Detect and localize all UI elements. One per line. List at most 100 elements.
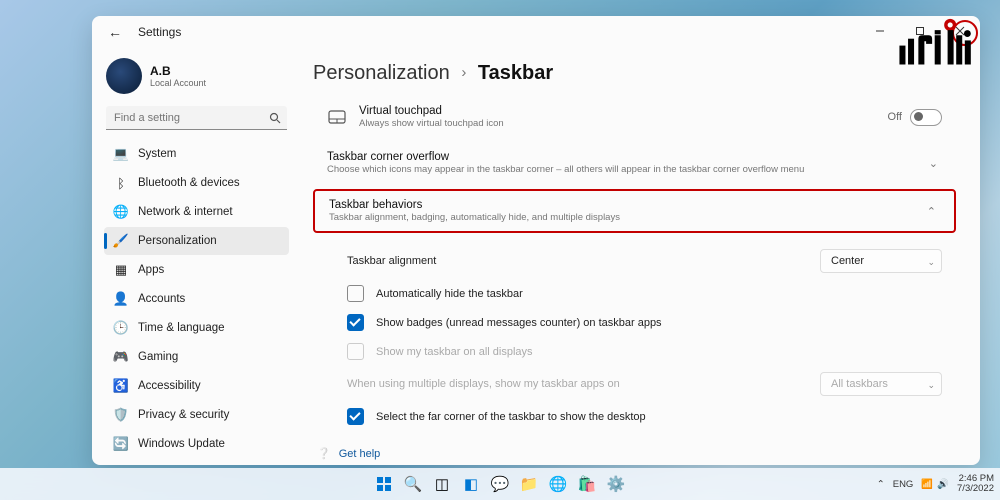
nav-label: Time & language xyxy=(138,322,225,334)
chevron-down-icon: ⌄ xyxy=(927,257,935,268)
language-indicator[interactable]: ENG xyxy=(893,479,914,490)
nav-list: 💻 System ᛒ Bluetooth & devices 🌐 Network & in… xyxy=(102,140,297,458)
nav-label: Personalization xyxy=(138,235,217,247)
sidebar-item-privacy-security[interactable]: 🛡️ Privacy & security xyxy=(104,401,289,429)
account-name: A.B xyxy=(150,64,206,78)
get-help-link[interactable]: ❔Get help xyxy=(317,443,956,464)
nav-icon: 🖌️ xyxy=(114,234,128,248)
tray-chevron-icon[interactable]: ⌃ xyxy=(877,479,885,490)
nav-label: Gaming xyxy=(138,351,178,363)
chevron-up-icon: ⌃ xyxy=(923,205,940,218)
farcorner-label: Select the far corner of the taskbar to … xyxy=(376,411,942,423)
virtual-touchpad-row: Virtual touchpad Always show virtual tou… xyxy=(313,95,956,139)
start-button[interactable] xyxy=(372,472,396,496)
nav-icon: 👤 xyxy=(114,292,128,306)
app-title: Settings xyxy=(138,25,181,39)
touchpad-icon xyxy=(327,107,347,127)
settings-taskbar-icon[interactable]: ⚙️ xyxy=(604,472,628,496)
chevron-right-icon: › xyxy=(461,64,466,81)
sidebar-item-personalization[interactable]: 🖌️ Personalization xyxy=(104,227,289,255)
sidebar-item-bluetooth-devices[interactable]: ᛒ Bluetooth & devices xyxy=(104,169,289,197)
file-explorer-icon[interactable]: 📁 xyxy=(517,472,541,496)
titlebar: ← Settings xyxy=(92,16,980,48)
clock[interactable]: 2:46 PM 7/3/2022 xyxy=(957,474,994,495)
nav-label: Accessibility xyxy=(138,380,201,392)
multidisplay-where-label: When using multiple displays, show my ta… xyxy=(347,378,820,390)
sidebar-item-gaming[interactable]: 🎮 Gaming xyxy=(104,343,289,371)
help-icon: ❔ xyxy=(317,447,331,460)
sidebar-item-network-internet[interactable]: 🌐 Network & internet xyxy=(104,198,289,226)
nav-icon: 🎮 xyxy=(114,350,128,364)
nav-label: Windows Update xyxy=(138,438,225,450)
farcorner-checkbox[interactable] xyxy=(347,408,364,425)
alignment-label: Taskbar alignment xyxy=(347,255,820,267)
card-subtitle: Taskbar alignment, badging, automaticall… xyxy=(329,212,923,223)
search-taskbar-icon[interactable]: 🔍 xyxy=(401,472,425,496)
minimize-button[interactable] xyxy=(860,16,900,46)
search-container xyxy=(106,106,287,130)
nav-label: System xyxy=(138,148,176,160)
nav-label: Bluetooth & devices xyxy=(138,177,240,189)
search-icon xyxy=(269,111,281,129)
main-content: Personalization › Taskbar Virtual touchp… xyxy=(297,48,980,465)
nav-icon: 🛡️ xyxy=(114,408,128,422)
nav-icon: ᛒ xyxy=(114,176,128,190)
card-title: Taskbar behaviors xyxy=(329,199,923,211)
taskbar-behaviors-header[interactable]: Taskbar behaviors Taskbar alignment, bad… xyxy=(313,189,956,233)
settings-window: ← Settings A.B Local Account 💻 System ᛒ Blu… xyxy=(92,16,980,465)
multidisplay-where-dropdown: All taskbars⌄ xyxy=(820,372,942,396)
breadcrumb-current: Taskbar xyxy=(478,62,553,84)
chevron-down-icon: ⌄ xyxy=(925,157,942,170)
avatar xyxy=(106,58,142,94)
nav-icon: ♿ xyxy=(114,379,128,393)
badges-checkbox[interactable] xyxy=(347,314,364,331)
account-block[interactable]: A.B Local Account xyxy=(102,52,297,104)
sidebar-item-windows-update[interactable]: 🔄 Windows Update xyxy=(104,430,289,458)
sidebar-item-accounts[interactable]: 👤 Accounts xyxy=(104,285,289,313)
sidebar: A.B Local Account 💻 System ᛒ Bluetooth & de… xyxy=(92,48,297,465)
autohide-label: Automatically hide the taskbar xyxy=(376,288,942,300)
give-feedback-link[interactable]: 📝Give feedback xyxy=(317,464,956,465)
sidebar-item-system[interactable]: 💻 System xyxy=(104,140,289,168)
breadcrumb: Personalization › Taskbar xyxy=(313,62,956,85)
nav-icon: 💻 xyxy=(114,147,128,161)
task-view-icon[interactable]: ◫ xyxy=(430,472,454,496)
account-type: Local Account xyxy=(150,78,206,88)
windows-taskbar[interactable]: 🔍 ◫ ◧ 💬 📁 🌐 🛍️ ⚙️ ⌃ ENG 📶 🔊 2:46 PM 7/3/2… xyxy=(0,468,1000,500)
nav-label: Network & internet xyxy=(138,206,233,218)
widgets-icon[interactable]: ◧ xyxy=(459,472,483,496)
nav-icon: ▦ xyxy=(114,263,128,277)
card-subtitle: Choose which icons may appear in the tas… xyxy=(327,164,913,175)
edge-icon[interactable]: 🌐 xyxy=(546,472,570,496)
sidebar-item-apps[interactable]: ▦ Apps xyxy=(104,256,289,284)
virtual-touchpad-toggle[interactable] xyxy=(910,109,942,126)
card-title: Taskbar corner overflow xyxy=(327,151,913,163)
system-tray[interactable]: ⌃ ENG 📶 🔊 2:46 PM 7/3/2022 xyxy=(877,474,994,495)
chat-icon[interactable]: 💬 xyxy=(488,472,512,496)
alignment-dropdown[interactable]: Center⌄ xyxy=(820,249,942,273)
taskbar-behaviors-panel: Taskbar alignment Center⌄ Automatically … xyxy=(313,241,956,433)
nav-icon: 🕒 xyxy=(114,321,128,335)
back-button[interactable]: ← xyxy=(102,20,128,44)
sidebar-item-time-language[interactable]: 🕒 Time & language xyxy=(104,314,289,342)
nav-label: Privacy & security xyxy=(138,409,229,421)
multidisplay-label: Show my taskbar on all displays xyxy=(376,346,942,358)
search-input[interactable] xyxy=(106,106,287,130)
toggle-state: Off xyxy=(888,111,902,123)
badges-label: Show badges (unread messages counter) on… xyxy=(376,317,942,329)
card-subtitle: Always show virtual touchpad icon xyxy=(359,118,876,129)
nav-icon: 🔄 xyxy=(114,437,128,451)
watermark-logo xyxy=(896,18,982,73)
store-icon[interactable]: 🛍️ xyxy=(575,472,599,496)
chevron-down-icon: ⌄ xyxy=(927,380,935,391)
nav-icon: 🌐 xyxy=(114,205,128,219)
nav-label: Apps xyxy=(138,264,164,276)
volume-icon[interactable]: 🔊 xyxy=(937,479,949,490)
sidebar-item-accessibility[interactable]: ♿ Accessibility xyxy=(104,372,289,400)
wifi-icon[interactable]: 📶 xyxy=(921,479,933,490)
breadcrumb-parent[interactable]: Personalization xyxy=(313,62,450,84)
autohide-checkbox[interactable] xyxy=(347,285,364,302)
nav-label: Accounts xyxy=(138,293,185,305)
card-title: Virtual touchpad xyxy=(359,105,876,117)
corner-overflow-row[interactable]: Taskbar corner overflow Choose which ico… xyxy=(313,141,956,185)
